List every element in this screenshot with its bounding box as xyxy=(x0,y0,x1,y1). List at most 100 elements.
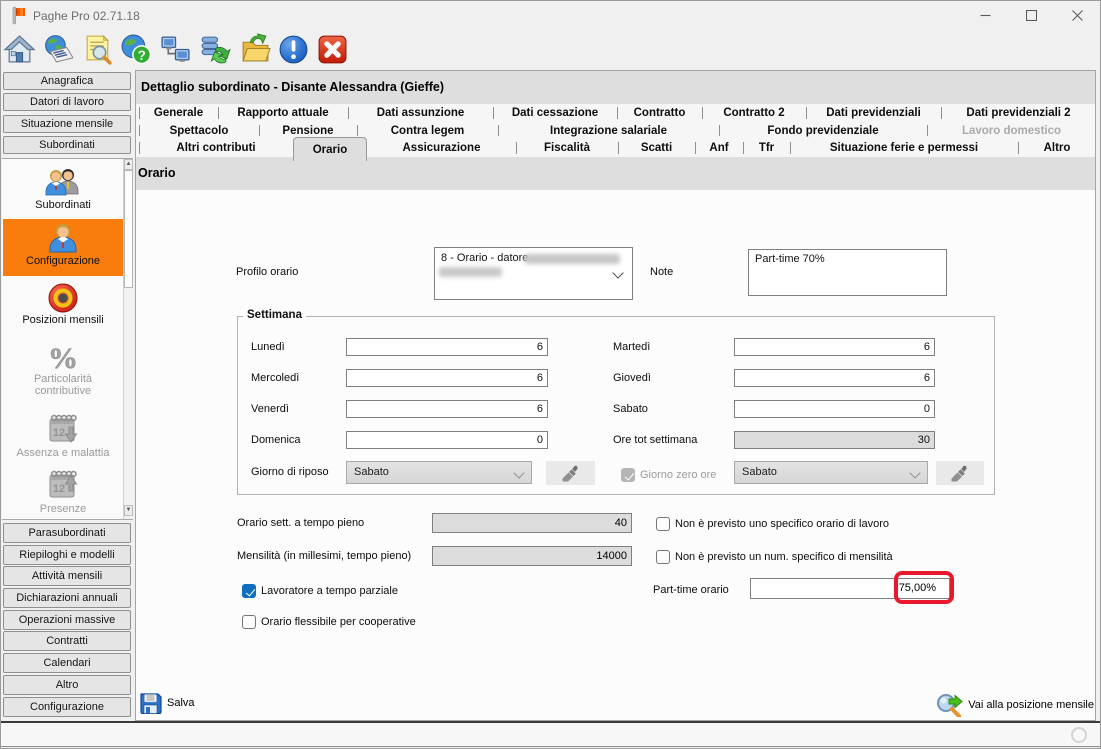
sidebar-button-riepiloghi-e-modelli[interactable]: Riepiloghi e modelli xyxy=(3,545,131,565)
giorno-riposo-value: Sabato xyxy=(354,462,389,483)
day-input[interactable]: 30 xyxy=(734,431,935,449)
tab[interactable]: Contratto 2 xyxy=(702,104,806,122)
flessibile-label: Orario flessibile per cooperative xyxy=(261,616,416,628)
sidebar-item-label: Assenza e malattia xyxy=(3,447,123,459)
tab[interactable]: Generale xyxy=(139,104,218,122)
sidebar-item-label: Configurazione xyxy=(3,255,123,267)
tab[interactable]: Contratto xyxy=(617,104,702,122)
sidebar-item-label: Presenze xyxy=(3,503,123,515)
person-icon xyxy=(45,222,81,255)
scrollbar-down-arrow[interactable]: ▼ xyxy=(124,505,133,516)
sidebar-button-operazioni-massive[interactable]: Operazioni massive xyxy=(3,610,131,630)
toolbar: ? xyxy=(0,32,1101,67)
sidebar-item-subordinati[interactable]: Subordinati xyxy=(3,167,123,211)
database-sync-icon[interactable] xyxy=(198,33,231,66)
close-button[interactable] xyxy=(1054,0,1100,31)
sidebar-item-posizioni-mensili[interactable]: Posizioni mensili xyxy=(3,282,123,326)
tab[interactable]: Dati assunzione xyxy=(348,104,493,122)
tab[interactable]: Contra legem xyxy=(357,122,498,139)
tab[interactable]: Tfr xyxy=(743,139,790,157)
document-search-icon[interactable] xyxy=(81,33,114,66)
percent-icon: % xyxy=(45,341,81,373)
sidebar-button-datori-di-lavoro[interactable]: Datori di lavoro xyxy=(3,93,131,111)
no-mensilita-label: Non è previsto un num. specifico di mens… xyxy=(675,551,893,563)
sidebar-button-calendari[interactable]: Calendari xyxy=(3,653,131,673)
sidebar-button-parasubordinati[interactable]: Parasubordinati xyxy=(3,523,131,543)
sidebar-button-situazione-mensile[interactable]: Situazione mensile xyxy=(3,115,131,133)
exit-icon[interactable] xyxy=(316,33,349,66)
sidebar-item-assenza-e-malattia[interactable]: 12 Assenza e malattia xyxy=(3,411,123,459)
day-row: Lunedì 6 xyxy=(251,338,548,356)
sidebar-button-dichiarazioni-annuali[interactable]: Dichiarazioni annuali xyxy=(3,588,131,608)
day-input[interactable]: 6 xyxy=(734,369,935,387)
tab[interactable]: Fiscalità xyxy=(516,139,618,157)
day-label: Sabato xyxy=(613,400,734,418)
scrollbar-up-arrow[interactable]: ▲ xyxy=(124,159,133,170)
clear-giorno-riposo-button[interactable] xyxy=(546,461,595,485)
day-input[interactable]: 6 xyxy=(346,338,548,356)
sidebar-button-subordinati[interactable]: Subordinati xyxy=(3,136,131,154)
day-input[interactable]: 6 xyxy=(346,369,548,387)
no-mensilita-checkbox[interactable] xyxy=(656,550,670,564)
tab[interactable]: Altri contributi xyxy=(139,139,293,157)
sidebar-scrollbar[interactable]: ▲ ▼ xyxy=(123,159,133,519)
tempo-parziale-checkbox[interactable] xyxy=(242,584,256,598)
tab[interactable]: Rapporto attuale xyxy=(218,104,348,122)
sidebar-button-attivita-mensili[interactable]: Attività mensili xyxy=(3,566,131,586)
tab[interactable]: Altro xyxy=(1018,139,1096,157)
tab[interactable]: Dati cessazione xyxy=(493,104,617,122)
sidebar-item-particolarita-contributive[interactable]: % Particolarità contributive xyxy=(3,341,123,397)
network-icon[interactable] xyxy=(159,33,192,66)
news-globe-icon[interactable] xyxy=(42,33,75,66)
tab[interactable]: Integrazione salariale xyxy=(498,122,719,139)
day-input[interactable]: 6 xyxy=(734,338,935,356)
sidebar-button-altro[interactable]: Altro xyxy=(3,675,131,695)
sidebar-button-anagrafica[interactable]: Anagrafica xyxy=(3,72,131,90)
folder-sync-icon[interactable] xyxy=(238,33,271,66)
goto-monthly-button[interactable]: Vai alla posizione mensile xyxy=(936,692,1094,717)
giorno-zero-ore-checkbox[interactable] xyxy=(621,468,635,482)
profilo-orario-combobox[interactable]: 8 - Orario - datore xyxy=(434,247,633,300)
day-label: Ore tot settimana xyxy=(613,431,734,449)
no-orario-checkbox[interactable] xyxy=(656,517,670,531)
save-button[interactable]: Salva xyxy=(139,692,195,714)
day-input[interactable]: 0 xyxy=(346,431,548,449)
sidebar-item-presenze[interactable]: 12 Presenze xyxy=(3,467,123,515)
note-textbox[interactable]: Part-time 70% xyxy=(748,249,947,296)
flessibile-checkbox[interactable] xyxy=(242,615,256,629)
home-icon[interactable] xyxy=(3,33,36,66)
tab[interactable]: Fondo previdenziale xyxy=(719,122,927,139)
parttime-orario-input[interactable]: 75,00% xyxy=(750,578,950,599)
settimana-title: Settimana xyxy=(243,309,306,321)
tab[interactable]: Scatti xyxy=(618,139,695,157)
parttime-orario-label: Part-time orario xyxy=(653,584,729,596)
day-input[interactable]: 0 xyxy=(734,400,935,418)
scrollbar-thumb[interactable] xyxy=(124,170,133,288)
day-row: Domenica 0 xyxy=(251,431,548,449)
minimize-button[interactable] xyxy=(962,0,1008,31)
tab[interactable]: Anf xyxy=(695,139,743,157)
clear-giorno-zero-button[interactable] xyxy=(936,461,984,485)
tab[interactable]: Orario xyxy=(293,137,367,161)
titlebar: Paghe Pro 02.71.18 xyxy=(0,0,1101,32)
app-flag-icon xyxy=(11,6,26,25)
giorno-zero-combobox[interactable]: Sabato xyxy=(734,461,928,484)
sidebar-button-configurazione[interactable]: Configurazione xyxy=(3,697,131,717)
tab[interactable]: Spettacolo xyxy=(139,122,259,139)
day-label: Venerdì xyxy=(251,400,346,418)
info-icon[interactable] xyxy=(277,33,310,66)
day-input[interactable]: 6 xyxy=(346,400,548,418)
redacted-text xyxy=(439,267,502,277)
sidebar-item-label: Subordinati xyxy=(3,199,123,211)
tab[interactable]: Dati previdenziali 2 xyxy=(941,104,1096,122)
giorno-riposo-combobox[interactable]: Sabato xyxy=(346,461,532,484)
tab[interactable]: Assicurazione xyxy=(367,139,516,157)
sidebar-item-configurazione[interactable]: Configurazione xyxy=(3,222,123,267)
sidebar-button-contratti[interactable]: Contratti xyxy=(3,631,131,651)
tab[interactable]: Situazione ferie e permessi xyxy=(790,139,1018,157)
people-icon xyxy=(43,167,83,199)
help-globe-icon[interactable]: ? xyxy=(120,33,153,66)
tab[interactable]: Lavoro domestico xyxy=(927,122,1096,139)
tab[interactable]: Dati previdenziali xyxy=(806,104,941,122)
maximize-button[interactable] xyxy=(1008,0,1054,31)
